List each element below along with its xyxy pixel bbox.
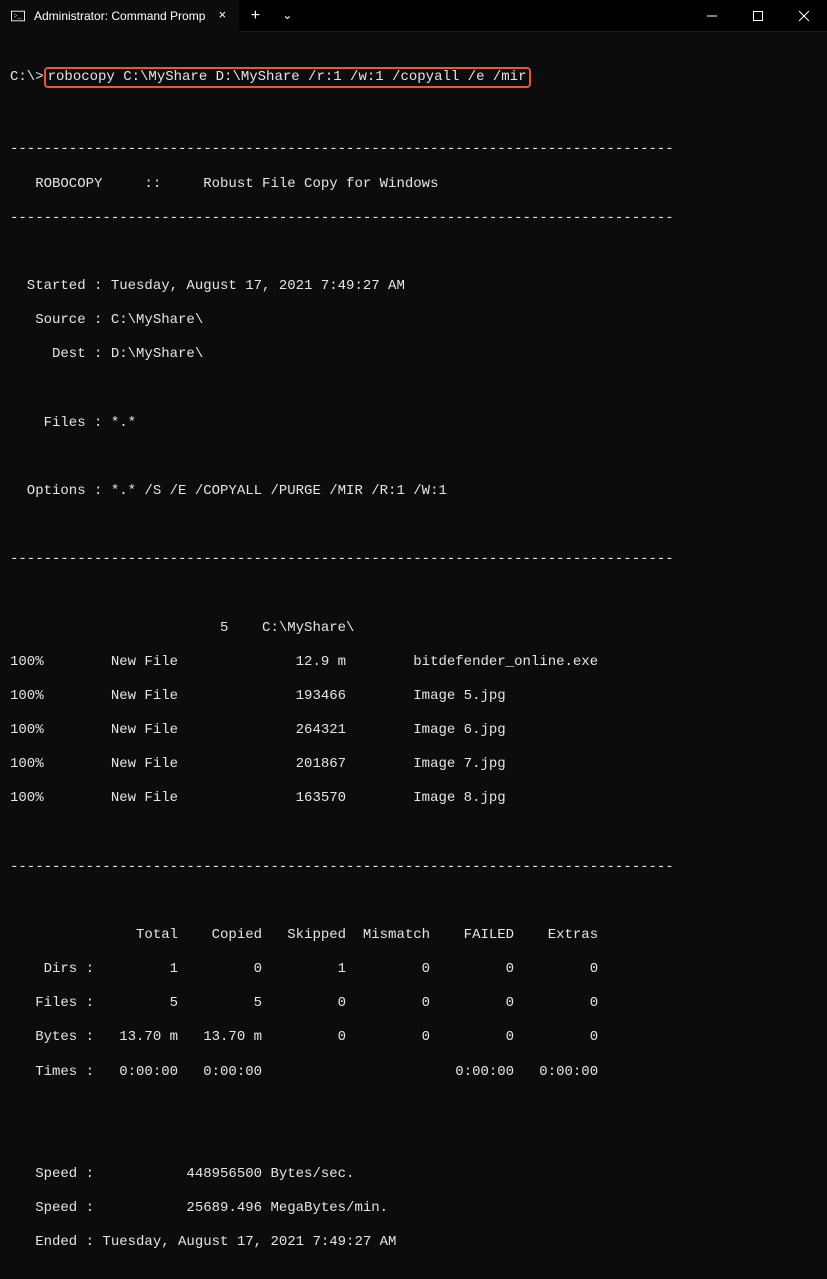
file-row: 100% New File 193466 Image 5.jpg <box>10 688 817 705</box>
blank-line <box>10 1132 817 1149</box>
file-row: 100% New File 12.9 m bitdefender_online.… <box>10 654 817 671</box>
dir-header-line: 5 C:\MyShare\ <box>10 620 817 637</box>
blank-line <box>10 825 817 842</box>
summary-dirs-row: Dirs : 1 0 1 0 0 0 <box>10 961 817 978</box>
terminal-tab[interactable]: >_ Administrator: Command Promp × <box>0 0 239 32</box>
speed-line: Speed : 25689.496 MegaBytes/min. <box>10 1200 817 1217</box>
new-tab-button[interactable]: + <box>239 0 271 32</box>
command-line: C:\>robocopy C:\MyShare D:\MyShare /r:1 … <box>10 67 817 88</box>
started-line: Started : Tuesday, August 17, 2021 7:49:… <box>10 278 817 295</box>
file-row: 100% New File 264321 Image 6.jpg <box>10 722 817 739</box>
close-window-button[interactable] <box>781 0 827 32</box>
summary-times-row: Times : 0:00:00 0:00:00 0:00:00 0:00:00 <box>10 1064 817 1081</box>
file-row: 100% New File 163570 Image 8.jpg <box>10 790 817 807</box>
separator-line: ----------------------------------------… <box>10 141 817 158</box>
tab-title: Administrator: Command Promp <box>34 9 205 23</box>
blank-line <box>10 1098 817 1115</box>
separator-line: ----------------------------------------… <box>10 859 817 876</box>
terminal-output[interactable]: C:\>robocopy C:\MyShare D:\MyShare /r:1 … <box>0 32 827 1279</box>
blank-line <box>10 893 817 910</box>
command-highlight: robocopy C:\MyShare D:\MyShare /r:1 /w:1… <box>44 67 531 88</box>
svg-text:>_: >_ <box>14 11 22 19</box>
blank-line <box>10 585 817 602</box>
options-line: Options : *.* /S /E /COPYALL /PURGE /MIR… <box>10 483 817 500</box>
blank-line <box>10 380 817 397</box>
maximize-button[interactable] <box>735 0 781 32</box>
ended-line: Ended : Tuesday, August 17, 2021 7:49:27… <box>10 1234 817 1251</box>
tab-dropdown-button[interactable]: ⌄ <box>271 0 303 32</box>
blank-line <box>10 449 817 466</box>
command-text: robocopy C:\MyShare D:\MyShare /r:1 /w:1… <box>48 69 527 85</box>
minimize-button[interactable] <box>689 0 735 32</box>
file-row: 100% New File 201867 Image 7.jpg <box>10 756 817 773</box>
blank-line <box>10 244 817 261</box>
summary-files-row: Files : 5 5 0 0 0 0 <box>10 995 817 1012</box>
blank-line <box>10 107 817 124</box>
files-filter-line: Files : *.* <box>10 415 817 432</box>
terminal-icon: >_ <box>10 8 26 24</box>
summary-bytes-row: Bytes : 13.70 m 13.70 m 0 0 0 0 <box>10 1029 817 1046</box>
prompt-text: C:\> <box>10 69 44 85</box>
speed-line: Speed : 448956500 Bytes/sec. <box>10 1166 817 1183</box>
window-titlebar: >_ Administrator: Command Promp × + ⌄ <box>0 0 827 32</box>
blank-line <box>10 517 817 534</box>
tab-close-button[interactable]: × <box>213 8 231 23</box>
dest-line: Dest : D:\MyShare\ <box>10 346 817 363</box>
source-line: Source : C:\MyShare\ <box>10 312 817 329</box>
summary-header: Total Copied Skipped Mismatch FAILED Ext… <box>10 927 817 944</box>
separator-line: ----------------------------------------… <box>10 210 817 227</box>
separator-line: ----------------------------------------… <box>10 551 817 568</box>
robocopy-header: ROBOCOPY :: Robust File Copy for Windows <box>10 176 817 193</box>
